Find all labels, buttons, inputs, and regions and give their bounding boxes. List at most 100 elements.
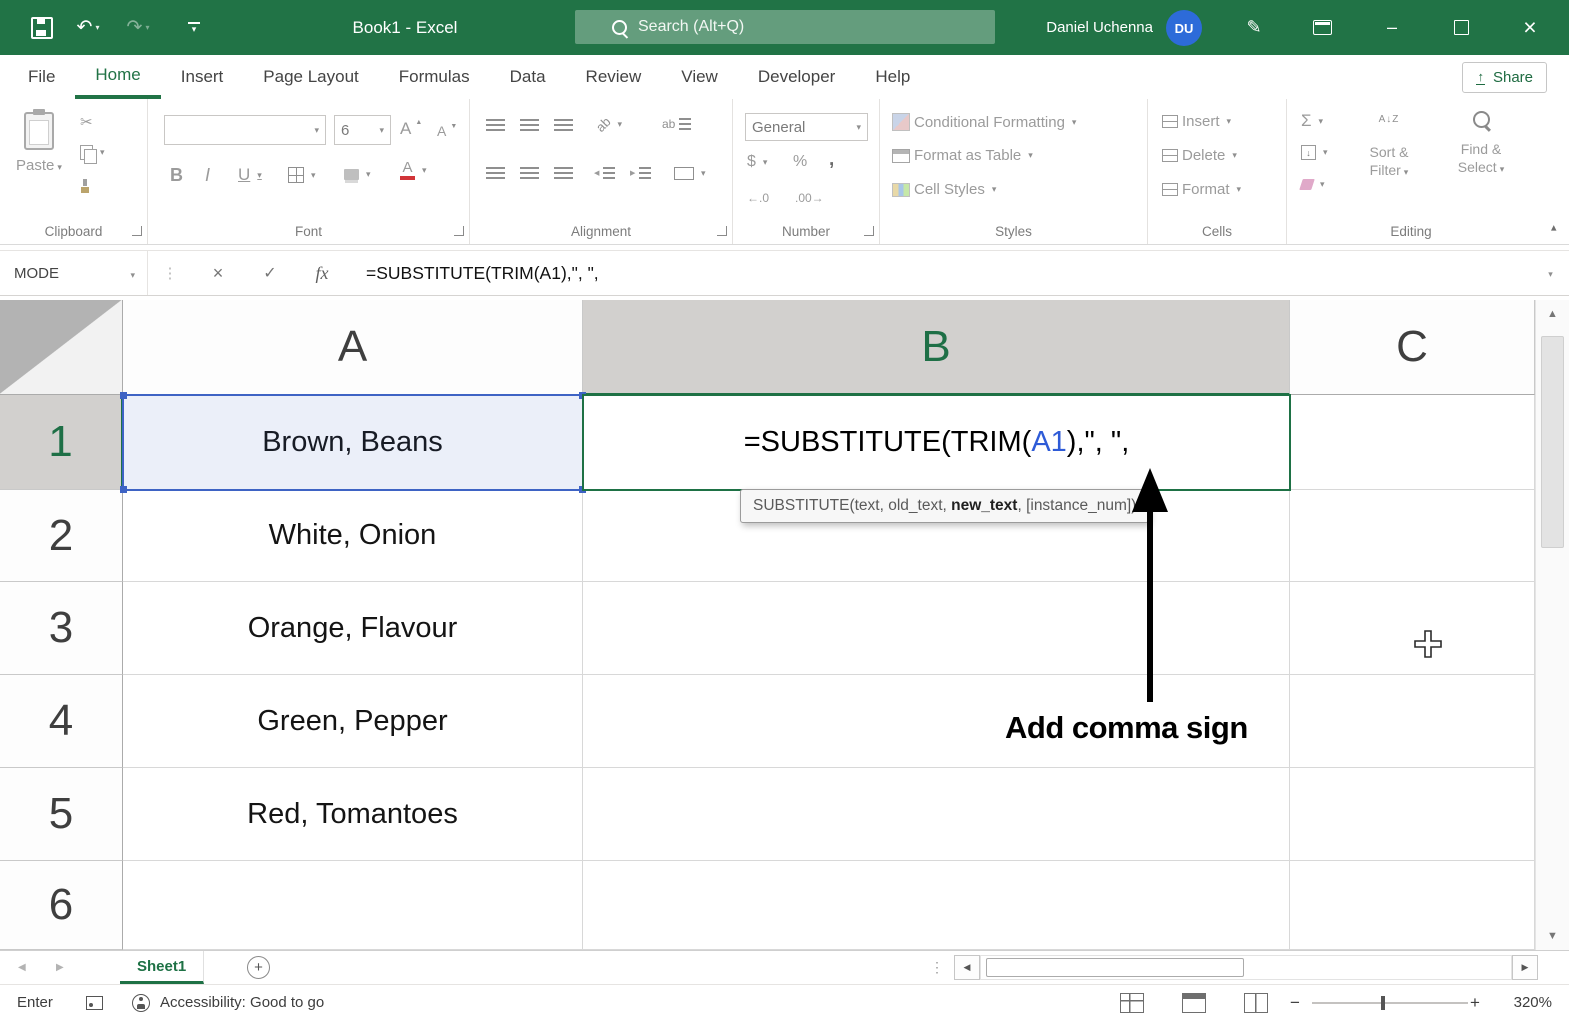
ribbon-display-options-button[interactable] xyxy=(1298,0,1346,55)
column-header-b[interactable]: B xyxy=(583,300,1290,395)
cell-C4[interactable] xyxy=(1290,675,1535,768)
pen-button[interactable]: ✎ xyxy=(1232,0,1276,55)
wrap-text-button[interactable]: ab xyxy=(662,117,692,131)
font-size-combo[interactable]: 6 xyxy=(334,115,391,145)
tab-help[interactable]: Help xyxy=(855,55,930,99)
increase-decimal-button[interactable]: ←.0 xyxy=(747,191,769,205)
expand-formula-bar-button[interactable] xyxy=(1529,264,1569,282)
insert-function-button[interactable]: fx xyxy=(296,263,348,284)
scroll-right-button[interactable]: ▶ xyxy=(1512,955,1538,980)
row-header-6[interactable]: 6 xyxy=(0,861,123,950)
close-button[interactable]: × xyxy=(1507,0,1553,55)
horizontal-scrollbar[interactable] xyxy=(980,955,1512,980)
borders-button[interactable] xyxy=(288,167,316,183)
avatar[interactable]: DU xyxy=(1166,10,1202,46)
row-header-5[interactable]: 5 xyxy=(0,768,123,861)
font-name-combo[interactable] xyxy=(164,115,326,145)
column-header-c[interactable]: C xyxy=(1290,300,1535,395)
insert-cells-button[interactable]: Insert xyxy=(1162,113,1231,130)
share-button[interactable]: ↑ Share xyxy=(1462,62,1547,93)
align-left-button[interactable] xyxy=(486,167,505,179)
format-cells-button[interactable]: Format xyxy=(1162,181,1241,198)
accessibility-status[interactable] xyxy=(132,985,150,1020)
previous-sheet-button[interactable]: ◀ xyxy=(18,951,26,984)
cancel-button[interactable]: × xyxy=(192,263,244,284)
cell-C1[interactable] xyxy=(1290,395,1535,490)
cell-A5[interactable]: Red, Tomantoes xyxy=(123,768,583,861)
row-header-1[interactable]: 1 xyxy=(0,395,123,490)
tab-review[interactable]: Review xyxy=(566,55,662,99)
formula-input[interactable]: =SUBSTITUTE(TRIM(A1),", ", xyxy=(366,263,1529,284)
cell-C2[interactable] xyxy=(1290,490,1535,582)
page-layout-view-button[interactable] xyxy=(1182,985,1206,1020)
number-format-combo[interactable]: General xyxy=(745,113,868,141)
tab-bar-splitter[interactable]: ⋮ xyxy=(930,959,944,976)
cell-C6[interactable] xyxy=(1290,861,1535,950)
font-dialog-launcher[interactable] xyxy=(454,226,464,236)
cell-A6[interactable] xyxy=(123,861,583,950)
new-sheet-button[interactable]: + xyxy=(247,956,270,979)
zoom-level[interactable]: 320% xyxy=(1496,985,1552,1020)
grow-font-button[interactable]: A ▲ xyxy=(400,119,422,139)
cell-A4[interactable]: Green, Pepper xyxy=(123,675,583,768)
normal-view-button[interactable] xyxy=(1120,985,1144,1020)
number-dialog-launcher[interactable] xyxy=(864,226,874,236)
cell-A3[interactable]: Orange, Flavour xyxy=(123,582,583,675)
undo-button[interactable]: ↶ xyxy=(66,0,110,55)
alignment-dialog-launcher[interactable] xyxy=(717,226,727,236)
align-top-button[interactable] xyxy=(486,119,505,131)
row-header-3[interactable]: 3 xyxy=(0,582,123,675)
name-box-resize-handle[interactable]: ⋮ xyxy=(148,264,192,282)
cell-A2[interactable]: White, Onion xyxy=(123,490,583,582)
zoom-out-button[interactable]: − xyxy=(1290,985,1300,1020)
collapse-ribbon-button[interactable] xyxy=(1551,220,1557,238)
tab-home[interactable]: Home xyxy=(75,55,161,99)
select-all-button[interactable] xyxy=(0,300,123,395)
find-select-button[interactable]: Find & Select xyxy=(1437,111,1525,178)
format-as-table-button[interactable]: Format as Table xyxy=(892,147,1033,164)
row-header-4[interactable]: 4 xyxy=(0,675,123,768)
user-name[interactable]: Daniel Uchenna xyxy=(1008,0,1153,55)
tab-file[interactable]: File xyxy=(8,55,75,99)
save-button[interactable] xyxy=(24,0,60,55)
bold-button[interactable]: B xyxy=(170,165,183,186)
comma-style-button[interactable]: , xyxy=(829,149,834,171)
zoom-slider-handle[interactable] xyxy=(1381,996,1385,1010)
align-right-button[interactable] xyxy=(554,167,573,179)
align-middle-button[interactable] xyxy=(520,119,539,131)
accounting-format-button[interactable]: $ xyxy=(747,153,767,171)
conditional-formatting-button[interactable]: Conditional Formatting xyxy=(892,113,1076,131)
macro-recording-button[interactable] xyxy=(86,985,103,1020)
page-break-view-button[interactable] xyxy=(1244,985,1268,1020)
align-center-button[interactable] xyxy=(520,167,539,179)
clear-button[interactable] xyxy=(1299,179,1325,190)
font-color-button[interactable]: A xyxy=(400,160,427,180)
percent-style-button[interactable]: % xyxy=(793,153,807,171)
format-painter-button[interactable] xyxy=(80,179,90,193)
active-cell-B1-editing[interactable]: =SUBSTITUTE(TRIM(A1),", ", xyxy=(582,394,1291,491)
decrease-decimal-button[interactable]: .00→ xyxy=(795,191,824,205)
tab-data[interactable]: Data xyxy=(490,55,566,99)
cell-B6[interactable] xyxy=(583,861,1290,950)
scroll-left-button[interactable]: ◀ xyxy=(954,955,980,980)
vertical-scrollbar[interactable]: ▲ ▼ xyxy=(1535,300,1569,950)
cell-B5[interactable] xyxy=(583,768,1290,861)
cell-C5[interactable] xyxy=(1290,768,1535,861)
row-header-2[interactable]: 2 xyxy=(0,490,123,582)
tab-view[interactable]: View xyxy=(661,55,738,99)
enter-button[interactable]: ✓ xyxy=(244,263,296,283)
scroll-up-button[interactable]: ▲ xyxy=(1536,308,1569,320)
orientation-button[interactable]: ab xyxy=(593,114,622,135)
next-sheet-button[interactable]: ▶ xyxy=(56,951,64,984)
clipboard-dialog-launcher[interactable] xyxy=(132,226,142,236)
zoom-in-button[interactable]: + xyxy=(1470,985,1480,1020)
increase-indent-button[interactable]: ▶ xyxy=(630,167,652,179)
name-box[interactable]: MODE xyxy=(0,251,148,295)
sheet-tab-sheet1[interactable]: Sheet1 xyxy=(120,951,205,984)
sort-filter-button[interactable]: A↓Z Sort & Filter xyxy=(1349,111,1429,181)
tab-insert[interactable]: Insert xyxy=(161,55,244,99)
redo-button[interactable]: ↷ xyxy=(116,0,160,55)
align-bottom-button[interactable] xyxy=(554,119,573,131)
tab-developer[interactable]: Developer xyxy=(738,55,856,99)
tab-formulas[interactable]: Formulas xyxy=(379,55,490,99)
